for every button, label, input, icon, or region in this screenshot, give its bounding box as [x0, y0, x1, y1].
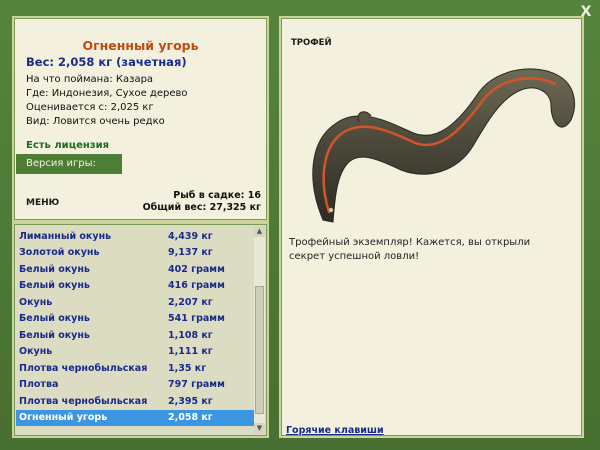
- fish-name: Огненный угорь: [82, 38, 199, 53]
- list-scrollbar[interactable]: ▲ ▼: [254, 226, 265, 434]
- catch-list-row[interactable]: Плотва чернобыльская 2,395 кг: [16, 393, 254, 410]
- version-label: Версия игры:: [26, 158, 96, 169]
- catch-list-row[interactable]: Белый окунь 416 грамм: [16, 278, 254, 295]
- catch-fish-weight: 2,058 кг: [168, 412, 213, 424]
- catch-list-row[interactable]: Окунь 2,207 кг: [16, 294, 254, 311]
- catch-list-row[interactable]: Огненный угорь 2,058 кг: [16, 409, 254, 426]
- catch-fish-weight: 1,111 кг: [168, 346, 213, 358]
- catch-fish-name: Плотва чернобыльская: [19, 362, 148, 374]
- trophy-message: Трофейный экземпляр! Кажется, вы открыли…: [289, 237, 531, 262]
- game-version: Версия игры: 3.7.6: [16, 154, 122, 189]
- catch-fish-weight: 416 грамм: [168, 280, 225, 292]
- catch-list-row[interactable]: Плотва 797 грамм: [16, 377, 254, 394]
- catch-fish-weight: 541 грамм: [168, 313, 225, 325]
- catch-list-row[interactable]: Белый окунь 541 грамм: [16, 311, 254, 328]
- catch-fish-name: Огненный угорь: [19, 412, 108, 424]
- fish-info-panel: Огненный угорь Вес: 2,058 кг (зачетная) …: [12, 16, 269, 222]
- catch-fish-weight: 402 грамм: [168, 263, 225, 275]
- catch-list-row[interactable]: Лиманный окунь 4,439 кг: [16, 228, 254, 245]
- total-weight: Общий вес: 27,325 кг: [142, 202, 261, 213]
- catch-fish-weight: 1,108 кг: [168, 329, 213, 341]
- catch-fish-name: Окунь: [19, 346, 53, 358]
- fish-rarity: Вид: Ловится очень редко: [26, 116, 165, 127]
- catch-list: Лиманный окунь 4,439 кг Золотой окунь 9,137…: [16, 228, 254, 426]
- menu-button[interactable]: МЕНЮ: [26, 198, 59, 208]
- eel-image: [312, 68, 575, 223]
- catch-fish-name: Белый окунь: [19, 280, 90, 292]
- scroll-up-arrow-icon[interactable]: ▲: [254, 226, 265, 237]
- catch-fish-weight: 4,439 кг: [168, 230, 213, 242]
- catch-list-row[interactable]: Окунь 1,111 кг: [16, 344, 254, 361]
- cage-stats: Рыб в садке: 16 Общий вес: 27,325 кг: [143, 190, 261, 214]
- eel-eye: [328, 207, 334, 213]
- catch-list-panel: Лиманный окунь 4,439 кг Золотой окунь 9,137…: [12, 222, 269, 438]
- catch-fish-name: Белый окунь: [19, 263, 90, 275]
- catch-fish-name: Белый окунь: [19, 329, 90, 341]
- catch-list-row[interactable]: Плотва чернобыльская 1,35 кг: [16, 360, 254, 377]
- catch-list-row[interactable]: Белый окунь 402 грамм: [16, 261, 254, 278]
- catch-fish-name: Плотва: [19, 379, 59, 391]
- fish-value: Оценивается с: 2,025 кг: [26, 102, 154, 113]
- scroll-down-arrow-icon[interactable]: ▼: [254, 423, 265, 434]
- catch-fish-weight: 2,395 кг: [168, 395, 213, 407]
- fish-count: Рыб в садке: 16: [173, 190, 261, 201]
- catch-fish-name: Золотой окунь: [19, 247, 100, 259]
- fish-bait: На что поймана: Казара: [26, 74, 154, 85]
- fish-location: Где: Индонезия, Сухое дерево: [26, 88, 188, 99]
- scroll-thumb[interactable]: [255, 286, 264, 414]
- catch-fish-weight: 1,35 кг: [168, 362, 207, 374]
- catch-fish-weight: 797 грамм: [168, 379, 225, 391]
- fish-details: На что поймана: Казара Где: Индонезия, С…: [26, 73, 188, 129]
- catch-fish-name: Белый окунь: [19, 313, 90, 325]
- catch-fish-name: Лиманный окунь: [19, 230, 112, 242]
- trophy-panel: ТРОФЕЙ Трофейный экземпляр! Кажется, вы …: [279, 16, 584, 438]
- catch-list-row[interactable]: Золотой окунь 9,137 кг: [16, 245, 254, 262]
- catch-fish-name: Окунь: [19, 296, 53, 308]
- version-value: 3.7.6: [26, 178, 55, 189]
- catch-fish-weight: 9,137 кг: [168, 247, 213, 259]
- eel-body: [312, 68, 575, 223]
- trophy-label: ТРОФЕЙ: [291, 38, 332, 48]
- license-status: Есть лицензия: [26, 140, 110, 151]
- catch-fish-name: Плотва чернобыльская: [19, 395, 148, 407]
- hotkeys-link[interactable]: Горячие клавиши: [286, 425, 384, 436]
- catch-fish-weight: 2,207 кг: [168, 296, 213, 308]
- catch-list-row[interactable]: Белый окунь 1,108 кг: [16, 327, 254, 344]
- fish-weight: Вес: 2,058 кг (зачетная): [26, 55, 187, 69]
